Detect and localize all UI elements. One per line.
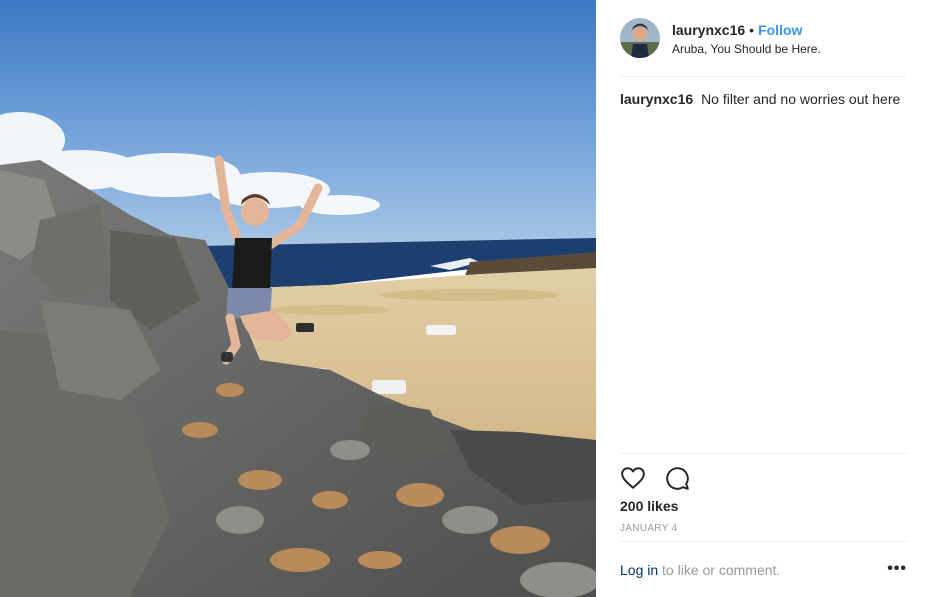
- action-bar: [620, 465, 690, 491]
- instagram-post: laurynxc16 • Follow Aruba, You Should be H…: [0, 0, 929, 597]
- more-options-icon[interactable]: •••: [887, 560, 907, 578]
- location-link[interactable]: Aruba, You Should be Here.: [672, 41, 821, 57]
- comment-icon[interactable]: [664, 465, 690, 491]
- caption-text: No filter and no worries out here: [701, 91, 901, 107]
- beach-jump-photo: [0, 0, 596, 597]
- header-username[interactable]: laurynxc16: [672, 22, 745, 38]
- post-photo[interactable]: [0, 0, 596, 597]
- caption: laurynxc16 No filter and no worries out …: [620, 90, 907, 108]
- post-header: laurynxc16 • Follow Aruba, You Should be H…: [620, 18, 907, 76]
- post-date[interactable]: JANUARY 4: [620, 523, 677, 534]
- header-line: laurynxc16 • Follow: [672, 21, 821, 39]
- post-sidebar: laurynxc16 • Follow Aruba, You Should be H…: [596, 0, 929, 597]
- caption-username[interactable]: laurynxc16: [620, 91, 693, 107]
- login-prompt: Log in to like or comment.: [620, 562, 780, 578]
- actions-divider: [620, 453, 907, 454]
- header-divider: [620, 76, 907, 77]
- heart-icon[interactable]: [620, 465, 646, 491]
- login-link[interactable]: Log in: [620, 562, 658, 578]
- separator-dot: •: [749, 22, 755, 38]
- likes-count[interactable]: 200 likes: [620, 498, 678, 514]
- header-text: laurynxc16 • Follow Aruba, You Should be H…: [672, 21, 821, 57]
- avatar[interactable]: [620, 18, 660, 58]
- footer-divider: [620, 541, 907, 542]
- follow-button[interactable]: Follow: [758, 22, 802, 38]
- login-prompt-text: to like or comment.: [662, 562, 781, 578]
